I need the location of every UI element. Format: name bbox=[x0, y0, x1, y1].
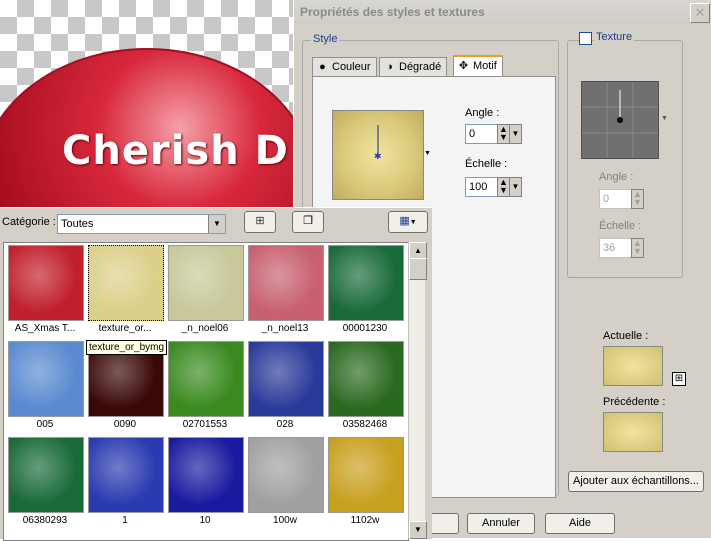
texture-thumbnail[interactable] bbox=[328, 341, 404, 417]
pattern-dropdown-arrow-icon[interactable]: ▼ bbox=[424, 150, 431, 157]
texture-scale-label: Échelle : bbox=[599, 220, 642, 232]
angle-dropdown[interactable]: ▼ bbox=[509, 124, 522, 144]
view-options-button[interactable]: ⊞ bbox=[244, 211, 276, 233]
texture-thumbnail-label: AS_Xmas T... bbox=[14, 323, 76, 334]
texture-thumbnail-label: 02701553 bbox=[182, 419, 228, 430]
texture-palette: Catégorie : Toutes ▼ ⊞ ❐ ▦▼ AS_Xmas T...… bbox=[0, 207, 432, 541]
previous-swatch bbox=[603, 412, 663, 452]
grid-view-icon: ▦ bbox=[399, 215, 410, 227]
scroll-thumb[interactable] bbox=[409, 258, 427, 280]
view-mode-button[interactable]: ▦▼ bbox=[388, 211, 428, 233]
texture-thumbnail[interactable] bbox=[88, 245, 164, 321]
tab-degrade[interactable]: ◑ Dégradé bbox=[379, 57, 448, 77]
angle-label: Angle : bbox=[465, 107, 500, 119]
texture-thumbnail[interactable] bbox=[248, 245, 324, 321]
canvas-background: Cherish D S bbox=[0, 0, 300, 210]
previous-label: Précédente : bbox=[603, 396, 666, 408]
logo-text: Cherish D S bbox=[62, 128, 300, 174]
texture-angle-input[interactable]: 0 bbox=[599, 189, 634, 209]
texture-thumbnail-label: 06380293 bbox=[22, 515, 68, 526]
current-label: Actuelle : bbox=[603, 330, 649, 342]
chevron-down-icon[interactable]: ▼ bbox=[208, 215, 225, 233]
angle-input[interactable]: 0 bbox=[465, 124, 500, 144]
texture-thumbnail[interactable] bbox=[168, 245, 244, 321]
texture-thumbnail[interactable] bbox=[328, 437, 404, 513]
texture-thumbnail-label: texture_or... bbox=[98, 323, 152, 334]
texture-thumbnail-label: 100w bbox=[273, 515, 297, 526]
texture-scale-input[interactable]: 36 bbox=[599, 238, 634, 258]
texture-thumbnail-label: _n_noel06 bbox=[181, 323, 229, 334]
texture-grid: AS_Xmas T... texture_or... _n_noel06 _n_noe… bbox=[3, 242, 409, 541]
texture-thumbnail-label: _n_noel13 bbox=[261, 323, 309, 334]
dialog-title: Propriétés des styles et textures bbox=[300, 5, 485, 19]
tab-motif[interactable]: ✥ Motif bbox=[453, 55, 503, 78]
texture-thumbnail[interactable] bbox=[8, 437, 84, 513]
angle-indicator-icon: ✱ bbox=[374, 125, 382, 162]
dropdown-arrow-icon: ▼ bbox=[409, 219, 417, 226]
texture-thumbnail[interactable] bbox=[88, 437, 164, 513]
tooltip: texture_or_bymg bbox=[86, 340, 168, 355]
texture-angle-spin[interactable]: ▲ ▼ bbox=[631, 189, 644, 209]
pattern-preview[interactable]: ✱ bbox=[332, 110, 424, 200]
texture-thumbnail-label: 1102w bbox=[350, 515, 380, 526]
texture-preview[interactable] bbox=[581, 81, 659, 159]
cancel-button[interactable]: Annuler bbox=[467, 513, 535, 534]
texture-thumbnail[interactable] bbox=[8, 245, 84, 321]
texture-thumbnail[interactable] bbox=[328, 245, 404, 321]
texture-grid-icon bbox=[582, 82, 658, 158]
texture-thumbnail-label: 1 bbox=[122, 515, 128, 526]
texture-thumbnail-label: 00001230 bbox=[342, 323, 388, 334]
tab-couleur[interactable]: ● Couleur bbox=[312, 57, 377, 77]
pattern-icon: ✥ bbox=[458, 60, 469, 72]
copy-button[interactable]: ❐ bbox=[292, 211, 324, 233]
scroll-down-icon[interactable]: ▼ bbox=[409, 521, 427, 539]
texture-thumbnail[interactable] bbox=[168, 341, 244, 417]
title-bar: Propriétés des styles et textures ✕ bbox=[294, 0, 711, 24]
circle-icon: ● bbox=[319, 61, 326, 73]
texture-scale-spin[interactable]: ▲ ▼ bbox=[631, 238, 644, 258]
gradient-icon: ◑ bbox=[386, 61, 393, 73]
copy-icon: ❐ bbox=[303, 215, 313, 227]
texture-checkbox-label: Texture bbox=[594, 31, 635, 43]
scale-label: Échelle : bbox=[465, 158, 508, 170]
texture-thumbnail[interactable] bbox=[248, 341, 324, 417]
help-button[interactable]: Aide bbox=[545, 513, 615, 534]
scale-dropdown[interactable]: ▼ bbox=[509, 177, 522, 197]
category-label: Catégorie : bbox=[2, 216, 56, 228]
palette-icon: ⊞ bbox=[255, 215, 265, 227]
texture-thumbnail-label: 028 bbox=[276, 419, 294, 430]
add-to-swatches-button[interactable]: Ajouter aux échantillons... bbox=[568, 471, 704, 492]
category-select[interactable]: Toutes ▼ bbox=[57, 214, 226, 234]
close-button[interactable]: ✕ bbox=[690, 3, 710, 23]
texture-thumbnail-label: 03582468 bbox=[342, 419, 388, 430]
texture-thumbnail-label: 0090 bbox=[113, 419, 137, 430]
texture-checkbox[interactable] bbox=[579, 32, 592, 45]
texture-thumbnail[interactable] bbox=[168, 437, 244, 513]
style-group-label: Style bbox=[311, 33, 340, 45]
vertical-scrollbar[interactable]: ▲ ▼ bbox=[408, 242, 427, 539]
texture-angle-label: Angle : bbox=[599, 171, 634, 183]
texture-dropdown-arrow-icon[interactable]: ▼ bbox=[661, 115, 668, 122]
svg-text:✱: ✱ bbox=[374, 152, 382, 162]
swatch-grid-icon[interactable]: ⊞ bbox=[672, 372, 686, 386]
current-swatch bbox=[603, 346, 663, 386]
texture-thumbnail[interactable] bbox=[248, 437, 324, 513]
texture-thumbnail[interactable] bbox=[8, 341, 84, 417]
texture-thumbnail-label: 10 bbox=[199, 515, 211, 526]
texture-thumbnail-label: 005 bbox=[36, 419, 54, 430]
scale-input[interactable]: 100 bbox=[465, 177, 500, 197]
